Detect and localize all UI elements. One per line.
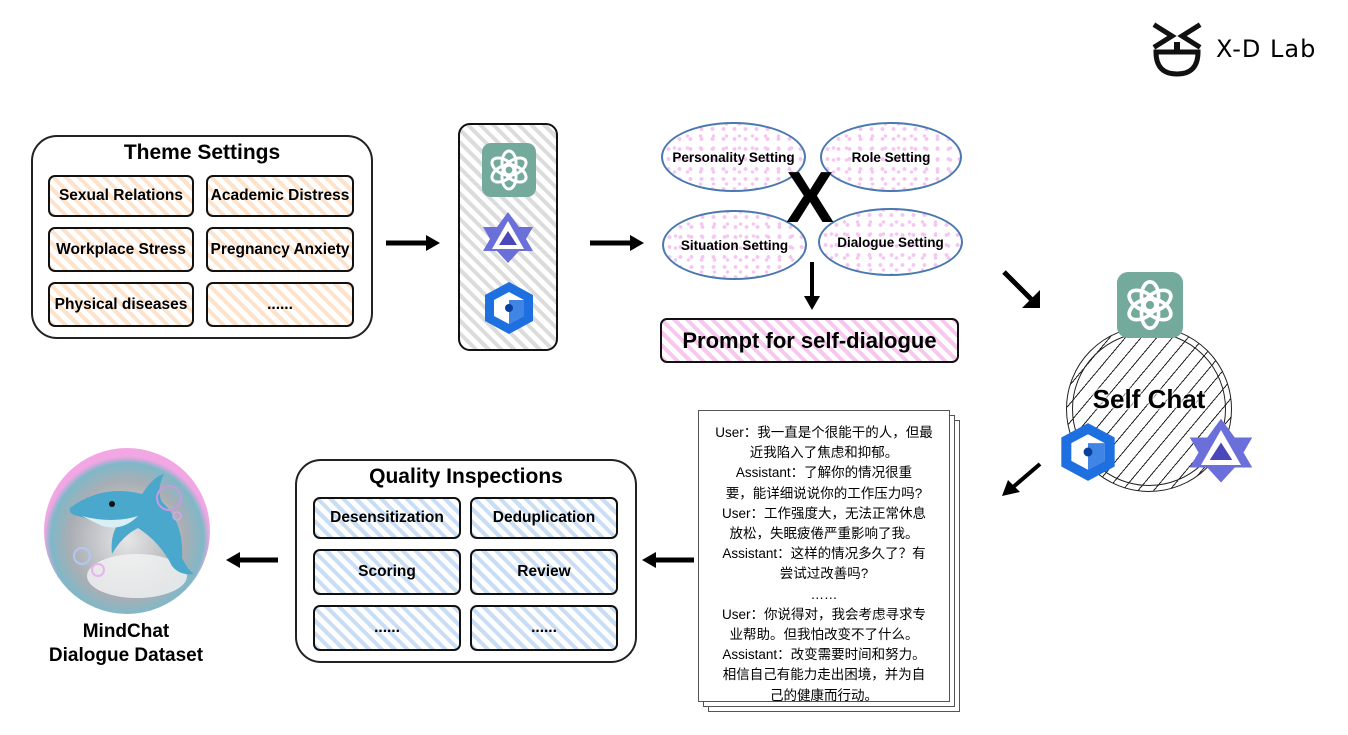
inspection-chip: Deduplication <box>470 497 618 539</box>
hexagon-cube-logo-icon <box>1061 423 1115 481</box>
inspection-chip: Review <box>470 549 618 595</box>
dialogue-line: 尝试过改善吗? <box>779 566 869 582</box>
dialogue-line: User：你说得对，我会考虑寻求专 <box>721 606 926 622</box>
quality-inspections-panel: Quality Inspections Desensitization Dedu… <box>295 459 637 663</box>
theme-chip: Academic Distress <box>206 175 354 217</box>
arrow-down-left-icon <box>1002 462 1042 496</box>
openai-logo-icon <box>482 143 536 197</box>
inspection-chip: Scoring <box>313 549 461 595</box>
dialogue-line: Assistant：这样的情况多久了？有 <box>722 546 926 562</box>
dataset-label-line2: Dialogue Dataset <box>48 645 204 666</box>
dialogue-text: User：我一直是个很能干的人，但最 近我陷入了焦虑和抑郁。 Assistant… <box>699 411 949 706</box>
self-chat-label: Self Chat <box>1092 384 1206 414</box>
openai-logo-icon <box>1117 272 1183 338</box>
arrow-down-icon <box>804 262 820 310</box>
dialogue-line: 近我陷入了焦虑和抑郁。 <box>749 445 899 461</box>
model-column <box>458 123 558 351</box>
arrow-right-icon <box>590 235 644 251</box>
theme-chip: Physical diseases <box>48 282 194 327</box>
prompt-box: Prompt for self-dialogue <box>660 318 959 363</box>
dialogue-paper: User：我一直是个很能干的人，但最 近我陷入了焦虑和抑郁。 Assistant… <box>698 410 950 703</box>
theme-chip: ...... <box>206 282 354 327</box>
qwen-logo-icon <box>1189 418 1253 483</box>
dialogue-line: User：我一直是个很能干的人，但最 <box>715 425 933 440</box>
arrow-left-icon <box>642 552 694 568</box>
theme-settings-panel: Theme Settings Sexual Relations Academic… <box>31 135 373 339</box>
dolphin-in-bubble-image <box>44 448 210 614</box>
arrow-left-icon <box>226 552 278 568</box>
dialogue-line: 放松，失眠疲倦严重影响了我。 <box>729 526 919 542</box>
theme-chip: Workplace Stress <box>48 227 194 272</box>
arrow-right-icon <box>386 235 440 251</box>
setting-ellipse-role: Role Setting <box>820 122 962 192</box>
xd-lab-logo: X-D Lab <box>1150 18 1330 80</box>
dialogue-line: Assistant：改变需要时间和努力。 <box>722 647 926 663</box>
combine-symbol: X <box>785 158 835 238</box>
dialogue-line: User：工作强度大，无法正常休息 <box>721 505 926 521</box>
arrow-down-right-icon <box>1002 270 1040 308</box>
dialogue-line: 要，能详细说说你的工作压力吗? <box>725 485 923 501</box>
theme-settings-title: Theme Settings <box>123 141 281 164</box>
qwen-logo-icon <box>483 212 533 263</box>
logo-text: X-D Lab <box>1216 35 1317 63</box>
dataset-label: MindChat Dialogue Dataset <box>30 620 222 668</box>
inspection-chip: ...... <box>470 605 618 651</box>
quality-inspections-title: Quality Inspections <box>369 465 563 488</box>
dialogue-line: 业帮助。但我怕改变不了什么。 <box>729 627 919 643</box>
hexagon-cube-logo-icon <box>485 282 533 334</box>
inspection-chip: Desensitization <box>313 497 461 539</box>
theme-chip: Pregnancy Anxiety <box>206 227 354 272</box>
dialogue-line: Assistant：了解你的情况很重 <box>735 465 913 481</box>
inspection-chip: ...... <box>313 605 461 651</box>
dialogue-line: 相信自己有能力走出困境，并为自 <box>722 667 926 683</box>
dataset-label-line1: MindChat <box>82 621 170 642</box>
xd-face-logo-icon <box>1152 22 1202 77</box>
dialogue-line: 己的健康而行动。 <box>770 687 878 703</box>
theme-chip: Sexual Relations <box>48 175 194 217</box>
dialogue-line: …… <box>810 586 838 602</box>
